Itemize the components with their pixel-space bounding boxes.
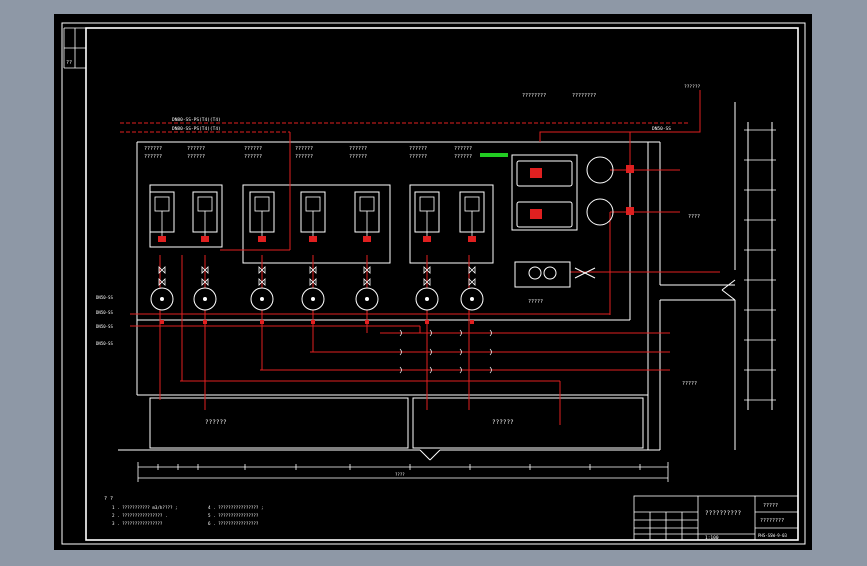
note-item: 6 . ???????????????? [208,521,259,526]
pit-label-1: ?????? [205,419,227,426]
top-right-label-1: ???????? [522,93,546,99]
title-drawing-no: PHS-SSW-9-03 [758,533,787,538]
tank-label-bottom: ?????? [454,154,472,160]
note-item: 5 . ???????????????? [208,513,259,518]
right-pipe-label: DN50-SS [652,126,671,132]
pump-hub [260,297,264,301]
tank-label-bottom: ?????? [144,154,162,160]
tank-label-top: ?????? [409,146,427,152]
tank-label-top: ?????? [349,146,367,152]
side-label: DN50-SS [96,341,113,346]
tank-outlet [363,236,371,242]
green-marker [480,153,508,157]
pit-label-2: ?????? [492,419,514,426]
tank-label-bottom: ?????? [409,154,427,160]
left-tag: ?? [66,60,72,66]
top-inlet-1: DN80-SS-PS(T4)(T4) [172,117,221,123]
tank-label-top: ?????? [454,146,472,152]
pump-hub [365,297,369,301]
side-label: DN50-SS [96,324,113,329]
check-valve [160,320,164,324]
tank-label-bottom: ?????? [244,154,262,160]
tank-label-top: ?????? [244,146,262,152]
check-valve [470,320,474,324]
right-room-label-2: ????? [682,381,697,387]
top-right-label-3: ?????? [684,84,701,90]
pump-hub [311,297,315,301]
pump-7 [460,287,484,311]
tank-outlet [423,236,431,242]
title-company: ????? [763,503,778,509]
tank-label-bottom: ?????? [187,154,205,160]
pump-4 [301,287,325,311]
tank-label-bottom: ?????? [349,154,367,160]
right-room-label-1: ???? [688,214,700,220]
pump-skid-label: ????? [528,299,543,305]
title-drawing-title: ?????????? [705,510,742,517]
note-item: 2 . ???????????????? . [112,513,167,518]
note-item: 3 . ???????????????? [112,521,163,526]
tank-outlet [201,236,209,242]
title-scale: 1:100 [705,535,719,541]
tank-outlet [468,236,476,242]
title-sheet-name: ???????? [760,518,784,524]
tank-outlet [158,236,166,242]
dim-total: ???? [395,472,405,477]
pump-hub [425,297,429,301]
side-label: DN50-SS [96,295,113,300]
cad-drawing: ?? DN80-SS-PS(T4)(T4) DN80-SS-PS(T4)(T4)… [54,14,812,550]
check-valve [260,320,264,324]
check-valve [311,320,315,324]
tank-label-top: ?????? [144,146,162,152]
pump-2 [193,287,217,311]
notes-heading: ? ? [104,496,113,502]
top-right-label-2: ???????? [572,93,596,99]
pump-hub [160,297,164,301]
note-item: 1 . ??????????? m3/h???? ; [112,505,178,510]
note-item: 4 . ???????????????? ; [208,505,263,510]
pump-hub [203,297,207,301]
drawing-canvas [54,14,812,550]
tank-outlet [309,236,317,242]
side-label: DN50-SS [96,310,113,315]
pump-1 [150,287,174,311]
tank-label-top: ?????? [295,146,313,152]
metering-pumps [150,287,484,311]
pump-5 [355,287,379,311]
cad-viewport: ?? DN80-SS-PS(T4)(T4) DN80-SS-PS(T4)(T4)… [0,0,867,562]
top-inlet-2: DN80-SS-PS(T4)(T4) [172,126,221,132]
tank-outlet [258,236,266,242]
tank-label-top: ?????? [187,146,205,152]
check-valve [365,320,369,324]
tank-label-bottom: ?????? [295,154,313,160]
pump-hub [470,297,474,301]
pump-6 [415,287,439,311]
check-valve [203,320,207,324]
check-valve [425,320,429,324]
pump-3 [250,287,274,311]
